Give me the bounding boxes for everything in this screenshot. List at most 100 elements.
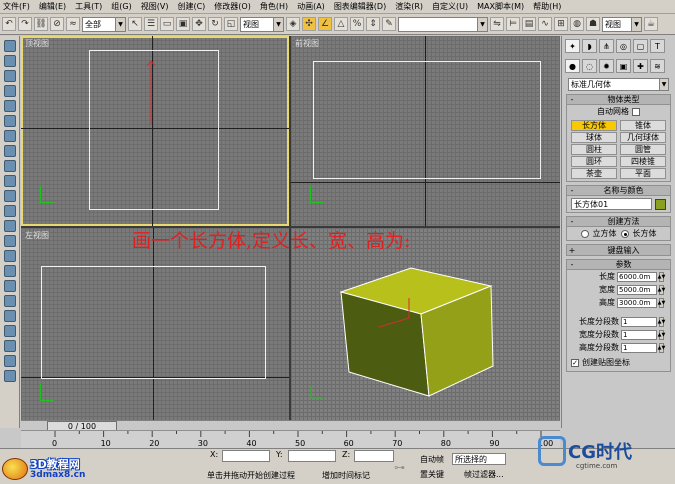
tool-icon[interactable] bbox=[3, 190, 16, 202]
width-segs-spinner[interactable]: ▲▼ bbox=[658, 329, 665, 340]
object-name-input[interactable]: 长方体01 bbox=[571, 198, 652, 210]
tool-icon[interactable] bbox=[3, 295, 16, 307]
x-coord-field[interactable] bbox=[222, 450, 270, 462]
shapes-icon[interactable]: ◌ bbox=[582, 59, 597, 73]
z-coord-field[interactable] bbox=[354, 450, 394, 462]
curve-editor-icon[interactable]: ∿ bbox=[538, 17, 552, 31]
box-button[interactable]: 长方体 bbox=[571, 120, 617, 131]
tool-icon[interactable] bbox=[3, 70, 16, 82]
rect-region-icon[interactable]: ▭ bbox=[160, 17, 174, 31]
length-input[interactable]: 6000.0m bbox=[617, 271, 657, 282]
schematic-view-icon[interactable]: ⊞ bbox=[554, 17, 568, 31]
tool-icon[interactable] bbox=[3, 55, 16, 67]
geosphere-button[interactable]: 几何球体 bbox=[620, 132, 666, 143]
material-editor-icon[interactable]: ◍ bbox=[570, 17, 584, 31]
length-spinner[interactable]: ▲▼ bbox=[658, 271, 665, 282]
lights-icon[interactable]: ✹ bbox=[599, 59, 614, 73]
tool-icon[interactable] bbox=[3, 160, 16, 172]
select-manipulate-icon[interactable]: ✣ bbox=[302, 17, 316, 31]
redo-icon[interactable]: ↷ bbox=[18, 17, 32, 31]
ref-coord-dropdown[interactable]: 视图 ▼ bbox=[240, 16, 284, 32]
menu-modifiers[interactable]: 修改器(O) bbox=[214, 1, 251, 12]
viewport-left[interactable]: 左视图 bbox=[21, 228, 289, 420]
layer-manager-icon[interactable]: ▤ bbox=[522, 17, 536, 31]
parameters-header[interactable]: - 参数 bbox=[567, 260, 670, 270]
trackbar[interactable]: 0 10 20 30 40 50 60 70 80 90 100 bbox=[21, 430, 560, 448]
tool-icon[interactable] bbox=[3, 130, 16, 142]
tube-button[interactable]: 圆管 bbox=[620, 144, 666, 155]
height-input[interactable]: 3000.0m bbox=[617, 297, 657, 308]
menu-maxscript[interactable]: MAX脚本(M) bbox=[477, 1, 524, 12]
width-input[interactable]: 5000.0m bbox=[617, 284, 657, 295]
box-radio[interactable] bbox=[620, 229, 629, 238]
spinner-snap-icon[interactable]: ⇕ bbox=[366, 17, 380, 31]
creation-method-header[interactable]: - 创建方法 bbox=[567, 217, 670, 227]
tool-icon[interactable] bbox=[3, 145, 16, 157]
cube-radio[interactable] bbox=[580, 229, 589, 238]
torus-button[interactable]: 圆环 bbox=[571, 156, 617, 167]
create-tab-icon[interactable]: ✦ bbox=[565, 39, 580, 53]
keyboard-entry-header[interactable]: + 键盘输入 bbox=[567, 245, 670, 255]
tool-icon[interactable] bbox=[3, 100, 16, 112]
menu-create[interactable]: 创建(C) bbox=[177, 1, 205, 12]
height-spinner[interactable]: ▲▼ bbox=[658, 297, 665, 308]
menu-views[interactable]: 视图(V) bbox=[141, 1, 169, 12]
menu-help[interactable]: 帮助(H) bbox=[533, 1, 561, 12]
tool-icon[interactable] bbox=[3, 220, 16, 232]
viewport-top-label[interactable]: 顶视图 bbox=[25, 38, 49, 49]
set-key-button[interactable]: 置关键 bbox=[420, 469, 444, 480]
length-segs-spinner[interactable]: ▲▼ bbox=[658, 316, 665, 327]
add-time-tag[interactable]: 增加时间标记 bbox=[322, 470, 370, 481]
named-sel-edit-icon[interactable]: ✎ bbox=[382, 17, 396, 31]
menu-animation[interactable]: 动画(A) bbox=[297, 1, 325, 12]
plane-button[interactable]: 平面 bbox=[620, 168, 666, 179]
teapot-button[interactable]: 茶壶 bbox=[571, 168, 617, 179]
menu-rendering[interactable]: 渲染(R) bbox=[395, 1, 423, 12]
viewport-left-label[interactable]: 左视图 bbox=[25, 230, 49, 241]
selection-set-dropdown[interactable]: 所选择的 bbox=[452, 453, 506, 465]
render-view-dropdown[interactable]: 视图 ▼ bbox=[602, 16, 642, 32]
unlink-icon[interactable]: ⊘ bbox=[50, 17, 64, 31]
auto-key-button[interactable]: 自动帧 bbox=[420, 454, 444, 465]
render-scene-icon[interactable]: ☗ bbox=[586, 17, 600, 31]
tool-icon[interactable] bbox=[3, 340, 16, 352]
pivot-center-icon[interactable]: ◈ bbox=[286, 17, 300, 31]
select-rotate-icon[interactable]: ↻ bbox=[208, 17, 222, 31]
link-icon[interactable]: ⛓ bbox=[34, 17, 48, 31]
angle-snap-icon[interactable]: △ bbox=[334, 17, 348, 31]
menu-customize[interactable]: 自定义(U) bbox=[432, 1, 468, 12]
selection-filter-dropdown[interactable]: 全部 ▼ bbox=[82, 16, 126, 32]
motion-tab-icon[interactable]: ◎ bbox=[616, 39, 631, 53]
height-segs-input[interactable]: 1 bbox=[621, 342, 657, 353]
viewport-top[interactable]: 顶视图 bbox=[21, 36, 289, 226]
tool-icon[interactable] bbox=[3, 370, 16, 382]
tool-icon[interactable] bbox=[3, 85, 16, 97]
sphere-button[interactable]: 球体 bbox=[571, 132, 617, 143]
name-color-header[interactable]: - 名称与颜色 bbox=[567, 186, 670, 196]
select-by-name-icon[interactable]: ☰ bbox=[144, 17, 158, 31]
window-crossing-icon[interactable]: ▣ bbox=[176, 17, 190, 31]
quick-render-icon[interactable]: ☕ bbox=[644, 17, 658, 31]
tool-icon[interactable] bbox=[3, 250, 16, 262]
cameras-icon[interactable]: ▣ bbox=[616, 59, 631, 73]
select-scale-icon[interactable]: ◱ bbox=[224, 17, 238, 31]
helpers-icon[interactable]: ✚ bbox=[633, 59, 648, 73]
modify-tab-icon[interactable]: ◗ bbox=[582, 39, 597, 53]
menu-file[interactable]: 文件(F) bbox=[3, 1, 30, 12]
align-icon[interactable]: ⊨ bbox=[506, 17, 520, 31]
viewport-perspective[interactable] bbox=[291, 228, 560, 420]
tool-icon[interactable] bbox=[3, 265, 16, 277]
viewport-front-label[interactable]: 前视图 bbox=[295, 38, 319, 49]
tool-icon[interactable] bbox=[3, 175, 16, 187]
cylinder-button[interactable]: 圆柱 bbox=[571, 144, 617, 155]
width-segs-input[interactable]: 1 bbox=[621, 329, 657, 340]
key-icon[interactable]: ⊶ bbox=[394, 461, 405, 474]
length-segs-input[interactable]: 1 bbox=[621, 316, 657, 327]
geometry-icon[interactable]: ● bbox=[565, 59, 580, 73]
utilities-tab-icon[interactable]: T bbox=[650, 39, 665, 53]
display-tab-icon[interactable]: ▢ bbox=[633, 39, 648, 53]
select-move-icon[interactable]: ✥ bbox=[192, 17, 206, 31]
viewport-front[interactable]: 前视图 bbox=[291, 36, 560, 226]
object-color-swatch[interactable] bbox=[655, 198, 666, 210]
undo-icon[interactable]: ↶ bbox=[2, 17, 16, 31]
